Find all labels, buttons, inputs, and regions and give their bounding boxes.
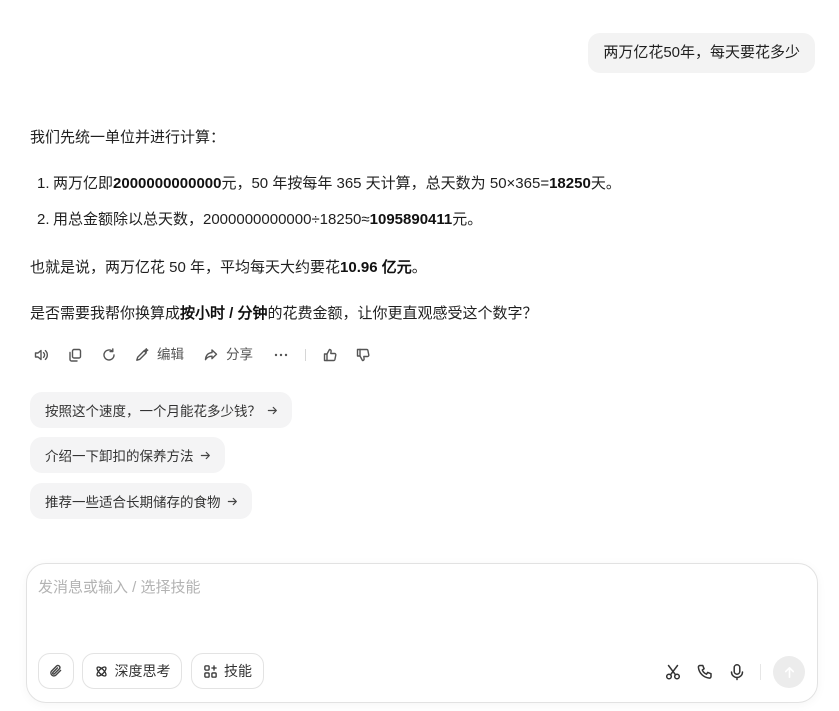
step-number: 1. xyxy=(37,175,50,192)
arrow-right-icon xyxy=(267,406,277,414)
pen-icon[interactable] xyxy=(134,347,150,363)
step-text: 元。 xyxy=(452,211,483,228)
suggestion-chip[interactable]: 按照这个速度，一个月能花多少钱？ xyxy=(30,392,292,428)
thumbs-down-icon[interactable] xyxy=(355,347,371,363)
send-button[interactable] xyxy=(773,656,805,688)
edit-button[interactable]: 编辑 xyxy=(157,345,184,365)
grid-plus-icon xyxy=(204,664,217,678)
speaker-icon[interactable] xyxy=(33,347,49,363)
arrow-right-icon xyxy=(227,497,237,505)
mic-icon[interactable] xyxy=(728,663,746,681)
toolbar-divider xyxy=(305,349,306,361)
thumbs-up-icon[interactable] xyxy=(322,347,338,363)
step-text: 用总金额除以总天数，2000000000000÷18250≈ xyxy=(53,211,370,228)
copy-icon[interactable] xyxy=(67,347,83,363)
user-message-text: 两万亿花50年，每天要花多少 xyxy=(603,44,800,61)
composer-divider xyxy=(760,664,761,680)
step-item-2: 2. 用总金额除以总天数，2000000000000÷18250≈ 109589… xyxy=(37,209,482,231)
follow-up-text: 是否需要我帮你换算成 xyxy=(30,305,181,322)
suggestion-text: 介绍一下卸扣的保养方法 xyxy=(45,449,194,464)
step-highlight: 2000000000000 xyxy=(113,175,222,192)
paperclip-icon xyxy=(50,664,62,677)
deep-think-label: 深度思考 xyxy=(114,663,171,679)
suggestion-text: 按照这个速度，一个月能花多少钱？ xyxy=(45,404,261,419)
step-text: 天。 xyxy=(590,175,621,192)
atom-icon xyxy=(95,665,107,677)
message-composer: 深度思考 技能 xyxy=(26,563,818,703)
follow-up-highlight: 按小时 / 分钟 xyxy=(180,305,268,322)
chat-page: 两万亿花50年，每天要花多少 我们先统一单位并进行计算： 1. 两万亿即 200… xyxy=(0,0,839,711)
conclusion-highlight: 10.96 亿元 xyxy=(340,259,412,276)
skills-button[interactable]: 技能 xyxy=(191,653,264,689)
suggestion-text: 推荐一些适合长期储存的食物 xyxy=(45,495,221,510)
suggestion-chip[interactable]: 介绍一下卸扣的保养方法 xyxy=(30,437,225,473)
send-arrow-icon xyxy=(784,666,794,678)
suggestion-chip[interactable]: 推荐一些适合长期储存的食物 xyxy=(30,483,252,519)
step-number: 2. xyxy=(37,211,50,228)
message-action-bar: 编辑 分享 xyxy=(0,345,400,365)
user-message-bubble: 两万亿花50年，每天要花多少 xyxy=(588,33,815,73)
share-icon[interactable] xyxy=(203,347,219,363)
follow-up-text: 的花费金额，让你更直观感受这个数字？ xyxy=(267,305,538,322)
assistant-follow-up: 是否需要我帮你换算成 按小时 / 分钟 的花费金额，让你更直观感受这个数字？ xyxy=(30,303,538,325)
step-highlight: 18250 xyxy=(549,175,591,192)
share-button[interactable]: 分享 xyxy=(226,345,253,365)
arrow-right-icon xyxy=(200,451,210,459)
attach-button[interactable] xyxy=(38,653,74,689)
skills-label: 技能 xyxy=(224,663,252,679)
scissors-icon[interactable] xyxy=(664,663,682,681)
deep-think-button[interactable]: 深度思考 xyxy=(82,653,182,689)
step-text: 元，50 年按每年 365 天计算，总天数为 50×365= xyxy=(221,175,550,192)
message-input[interactable] xyxy=(38,577,798,637)
more-icon[interactable] xyxy=(273,347,289,363)
refresh-icon[interactable] xyxy=(101,347,117,363)
conclusion-text: 也就是说，两万亿花 50 年，平均每天大约要花 xyxy=(30,259,341,276)
step-highlight: 1095890411 xyxy=(369,211,453,228)
assistant-conclusion: 也就是说，两万亿花 50 年，平均每天大约要花 10.96 亿元 。 xyxy=(30,257,427,279)
assistant-intro: 我们先统一单位并进行计算： xyxy=(30,129,226,146)
step-text: 两万亿即 xyxy=(53,175,114,192)
step-item-1: 1. 两万亿即 2000000000000 元，50 年按每年 365 天计算，… xyxy=(37,173,621,195)
conclusion-text: 。 xyxy=(411,259,427,276)
phone-icon[interactable] xyxy=(696,663,714,681)
